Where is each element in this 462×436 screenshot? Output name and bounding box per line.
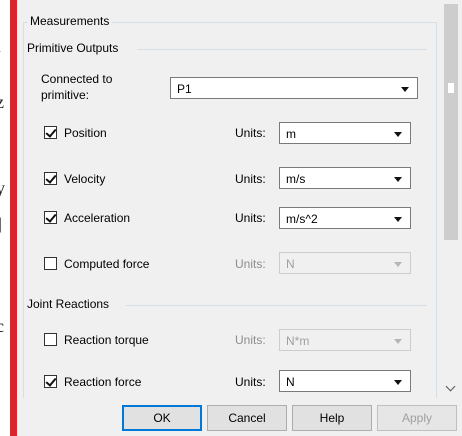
connected-to-label-line2: primitive:	[41, 88, 90, 102]
position-label: Position	[64, 126, 107, 140]
measurements-title: Measurements	[27, 14, 113, 28]
ok-button[interactable]: OK	[122, 405, 202, 431]
primitive-select[interactable]: P1	[170, 77, 418, 99]
chevron-down-icon	[394, 217, 402, 222]
position-units-select[interactable]: m	[279, 122, 411, 144]
velocity-units-select[interactable]: m/s	[279, 167, 411, 189]
joint-reactions-separator	[126, 305, 427, 306]
chevron-down-icon	[394, 380, 402, 385]
vertical-scrollbar[interactable]	[442, 0, 460, 398]
velocity-checkbox[interactable]	[44, 172, 57, 185]
chevron-down-icon	[394, 177, 402, 182]
velocity-label: Velocity	[64, 172, 106, 186]
primitive-outputs-title: Primitive Outputs	[27, 41, 119, 55]
help-button[interactable]: Help	[292, 405, 372, 431]
computed-force-units-select: N	[279, 252, 411, 274]
acceleration-units-value: m/s^2	[286, 212, 318, 226]
velocity-units-value: m/s	[286, 172, 306, 186]
reaction-force-units-label: Units:	[235, 375, 266, 389]
acceleration-checkbox[interactable]	[44, 211, 57, 224]
scroll-down-icon[interactable]	[445, 381, 456, 392]
acceleration-units-select[interactable]: m/s^2	[279, 207, 411, 229]
scroll-pane: Measurements Primitive Outputs Connected…	[17, 0, 440, 398]
acceleration-label: Acceleration	[64, 211, 131, 225]
reaction-force-units-value: N	[286, 375, 295, 389]
computed-force-checkbox[interactable]	[44, 257, 57, 270]
apply-button: Apply	[377, 405, 457, 431]
velocity-units-label: Units:	[235, 172, 266, 186]
chevron-down-icon	[401, 87, 409, 92]
background-window-edge: l z : y ] : c	[0, 0, 10, 436]
reaction-torque-units-value: N*m	[286, 334, 310, 348]
position-units-label: Units:	[235, 126, 266, 140]
reaction-force-label: Reaction force	[64, 375, 142, 389]
scrollbar-thumb[interactable]	[444, 4, 458, 240]
primitive-outputs-separator	[137, 49, 427, 50]
reaction-torque-label: Reaction torque	[64, 333, 149, 347]
scrollbar-gap	[448, 83, 454, 93]
reaction-torque-units-label: Units:	[235, 333, 266, 347]
window-accent-border	[10, 0, 17, 436]
reaction-force-units-select[interactable]: N	[279, 370, 411, 392]
acceleration-units-label: Units:	[235, 211, 266, 225]
reaction-force-checkbox[interactable]	[44, 375, 57, 388]
computed-force-units-label: Units:	[235, 257, 266, 271]
primitive-select-value: P1	[177, 82, 192, 96]
computed-force-units-value: N	[286, 257, 295, 271]
measurements-dialog: Measurements Primitive Outputs Connected…	[17, 0, 462, 436]
chevron-down-icon	[394, 262, 402, 267]
chevron-down-icon	[394, 132, 402, 137]
chevron-down-icon	[394, 339, 402, 344]
computed-force-label: Computed force	[64, 257, 150, 271]
connected-to-label-line1: Connected to	[41, 72, 113, 86]
cancel-button[interactable]: Cancel	[207, 405, 287, 431]
position-units-value: m	[286, 127, 296, 141]
position-checkbox[interactable]	[44, 126, 57, 139]
reaction-torque-checkbox[interactable]	[44, 333, 57, 346]
reaction-torque-units-select: N*m	[279, 329, 411, 351]
joint-reactions-title: Joint Reactions	[27, 297, 110, 311]
